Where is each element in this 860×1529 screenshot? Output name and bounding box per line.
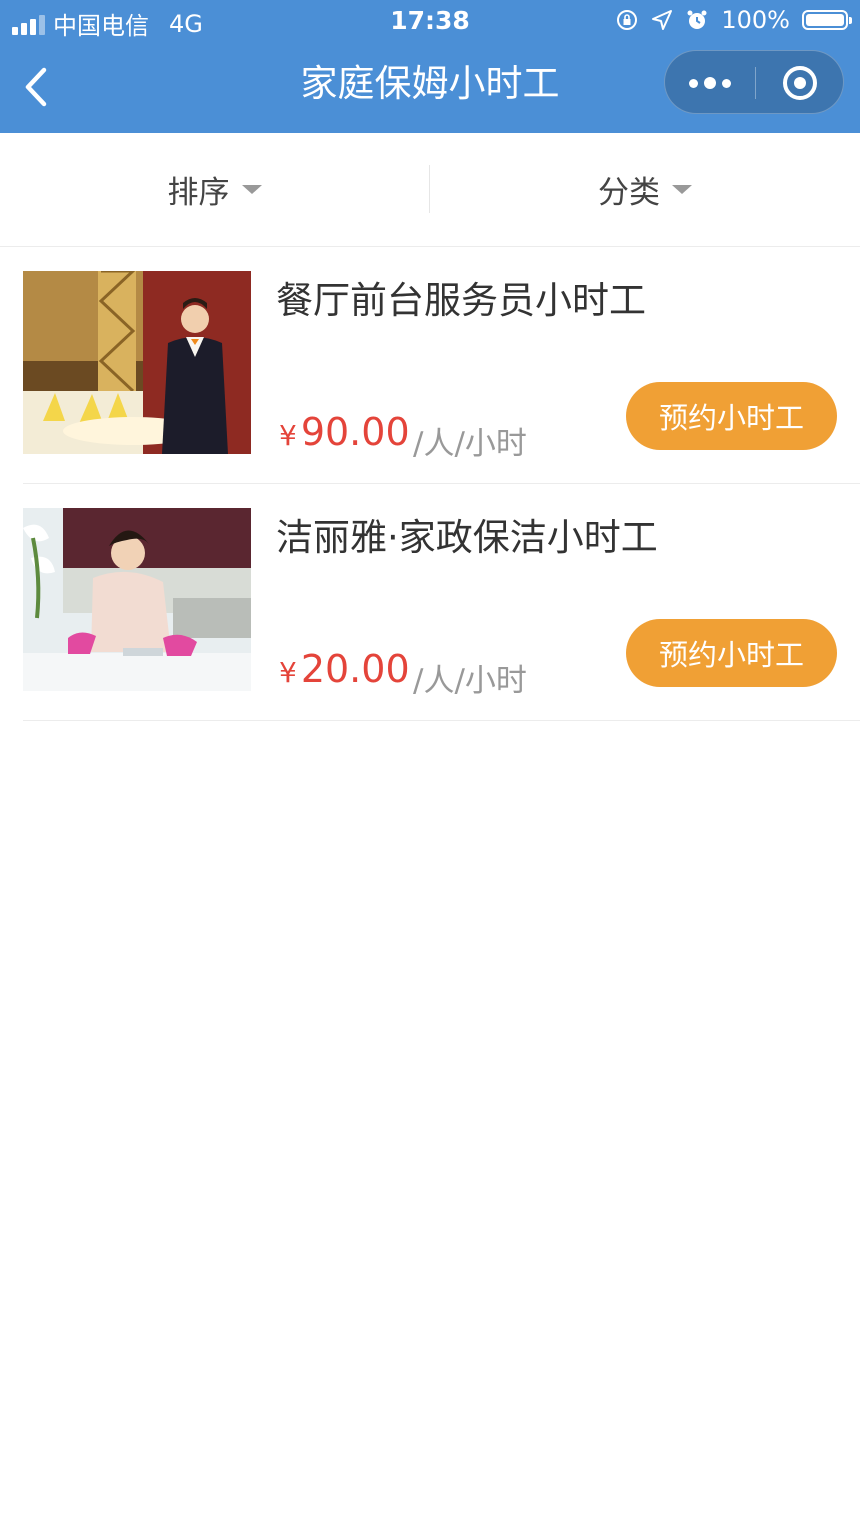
item-title[interactable]: 洁丽雅·家政保洁小时工 — [276, 513, 658, 563]
sort-label: 排序 — [167, 175, 230, 211]
currency-symbol: ¥ — [279, 419, 297, 452]
more-dots-icon — [689, 77, 731, 89]
battery-icon — [802, 10, 852, 30]
status-right: 100% — [615, 6, 852, 34]
category-filter[interactable]: 分类 — [430, 133, 860, 246]
nav-bar: 家庭保姆小时工 — [0, 44, 860, 133]
caret-down-icon — [241, 185, 262, 194]
target-circle-icon — [783, 66, 817, 100]
location-icon — [652, 10, 673, 30]
sort-filter[interactable]: 排序 — [0, 133, 429, 246]
orientation-lock-icon — [617, 10, 638, 30]
more-button[interactable] — [665, 51, 755, 115]
close-miniprogram-button[interactable] — [755, 51, 845, 115]
book-hourly-worker-button[interactable]: 预约小时工 — [626, 619, 837, 687]
price-unit: /人/小时 — [413, 426, 527, 462]
book-hourly-worker-button[interactable]: 预约小时工 — [626, 382, 837, 450]
currency-symbol: ¥ — [279, 656, 297, 689]
price-amount: 20.00 — [300, 647, 410, 691]
restaurant-photo — [23, 271, 251, 454]
cleaning-photo — [23, 508, 251, 691]
category-label: 分类 — [598, 175, 660, 211]
item-price: ¥20.00 — [279, 647, 410, 691]
list-item[interactable]: 餐厅前台服务员小时工 ¥90.00 /人/小时 预约小时工 — [23, 246, 860, 484]
caret-down-icon — [672, 185, 692, 194]
filter-bar: 排序 分类 — [0, 133, 860, 247]
top-bar: 中国电信 4G 17:38 100% 家庭保姆小时工 — [0, 0, 860, 133]
item-price: ¥90.00 — [279, 410, 410, 454]
list-item[interactable]: 洁丽雅·家政保洁小时工 ¥20.00 /人/小时 预约小时工 — [23, 483, 860, 721]
alarm-icon — [687, 10, 707, 29]
price-amount: 90.00 — [300, 410, 410, 454]
item-title[interactable]: 餐厅前台服务员小时工 — [276, 276, 646, 326]
capsule-menu — [664, 50, 844, 114]
status-bar: 中国电信 4G 17:38 100% — [0, 0, 860, 44]
battery-percent: 100% — [721, 6, 790, 34]
price-unit: /人/小时 — [413, 663, 527, 699]
